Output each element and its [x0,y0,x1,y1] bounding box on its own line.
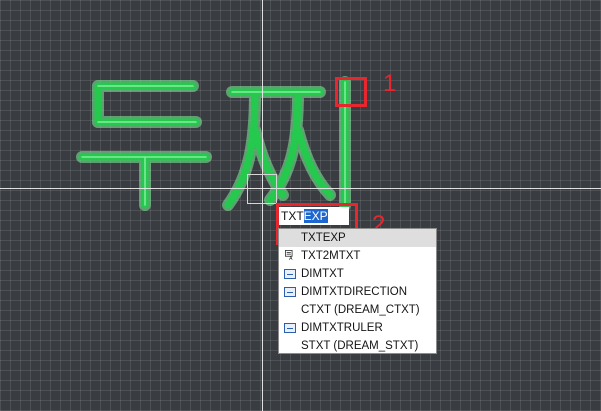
dimension-variable-icon [284,323,296,333]
autocomplete-item-label: TXT2MTXT [301,250,361,262]
cursor-pickbox [247,174,277,204]
annotation-box-1 [335,77,367,107]
annotation-number-1: 1 [383,70,397,97]
autocomplete-item-dimtxtdirection[interactable]: DIMTXTDIRECTION [279,283,436,301]
autocomplete-item-label: STXT (DREAM_STXT) [301,340,419,352]
text-convert-icon: A [285,250,293,260]
crosshair-horizontal-line [0,188,601,189]
autocomplete-item-dimtxtruler[interactable]: DIMTXTRULER [279,319,436,337]
svg-text:A: A [289,256,293,260]
autocomplete-item-label: TXTEXP [301,232,346,244]
crosshair-vertical-line [262,0,263,411]
dimension-variable-icon [284,269,296,279]
autocomplete-item-ctxt[interactable]: CTXT (DREAM_CTXT) [279,301,436,319]
drawing-canvas[interactable]: 1 TXTEXP 2 TXTEXP A TXT2MTXT DIMTXT DIMT… [0,0,601,411]
autocomplete-item-stxt[interactable]: STXT (DREAM_STXT) [279,337,436,355]
autocomplete-item-label: CTXT (DREAM_CTXT) [301,304,420,316]
autocomplete-item-label: DIMTXT [301,268,344,280]
autocomplete-item-label: DIMTXTRULER [301,322,383,334]
autocomplete-item-label: DIMTXTDIRECTION [301,286,408,298]
autocomplete-item-dimtxt[interactable]: DIMTXT [279,265,436,283]
dimension-variable-icon [284,287,296,297]
autocomplete-item-txt2mtxt[interactable]: A TXT2MTXT [279,247,436,265]
command-autocomplete-list[interactable]: TXTEXP A TXT2MTXT DIMTXT DIMTXTDIRECTION… [278,228,437,354]
autocomplete-item-txtexp[interactable]: TXTEXP [279,229,436,247]
